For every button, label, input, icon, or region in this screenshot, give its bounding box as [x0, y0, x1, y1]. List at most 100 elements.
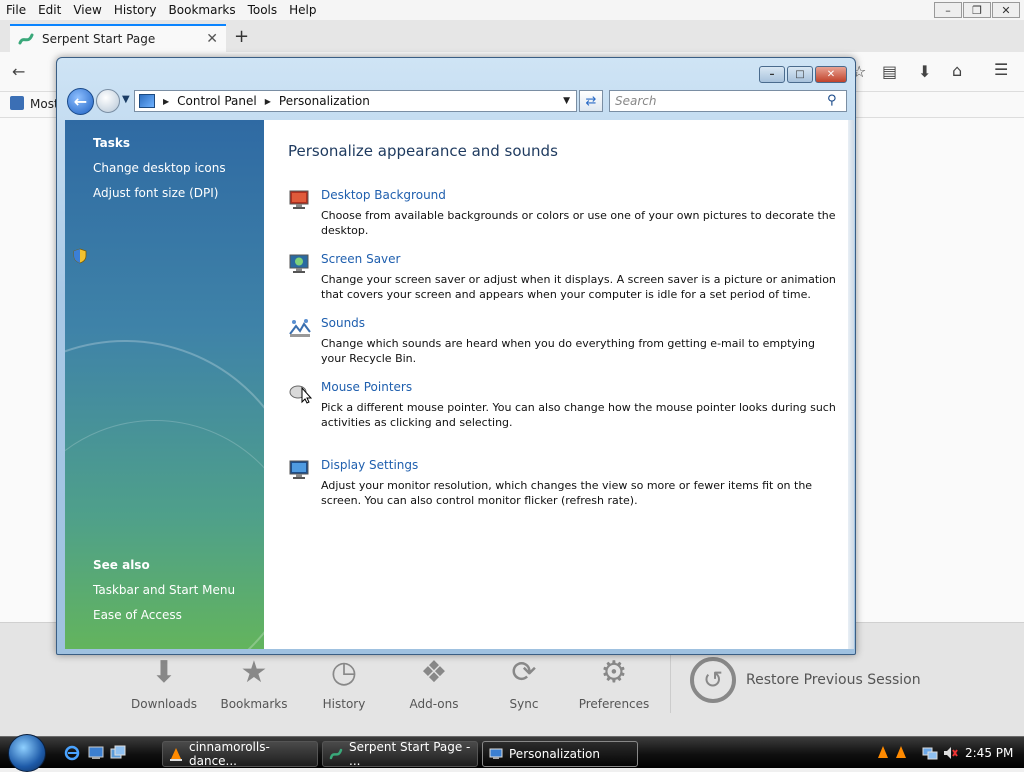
address-dropdown-icon[interactable]: ▼ [563, 96, 570, 106]
forward-button[interactable] [96, 89, 120, 113]
screen-saver-icon [289, 254, 309, 273]
browser-back-icon[interactable]: ← [12, 62, 25, 81]
internet-explorer-icon[interactable] [64, 745, 80, 761]
serpent-logo-icon [18, 33, 34, 45]
vlc-cone-icon [170, 748, 182, 761]
desktop-background-link[interactable]: Desktop Background [321, 188, 446, 202]
most-visited-bookmark[interactable]: Most [30, 97, 59, 111]
taskbar-button-label: Serpent Start Page - ... [349, 740, 471, 768]
star-icon: ★ [240, 655, 268, 690]
search-input[interactable] [609, 90, 847, 112]
launcher-label: Preferences [578, 697, 650, 711]
launcher-addons[interactable]: ❖ Add-ons [394, 653, 474, 711]
taskbar-button-browser[interactable]: Serpent Start Page - ... [322, 740, 478, 768]
search-icon[interactable]: ⚲ [827, 93, 837, 108]
menu-edit[interactable]: Edit [32, 3, 67, 17]
display-settings-link[interactable]: Display Settings [321, 458, 418, 472]
control-panel-icon [139, 94, 155, 108]
screen-saver-link[interactable]: Screen Saver [321, 252, 400, 266]
vlc-tray-icon[interactable] [894, 745, 908, 761]
task-change-desktop-icons[interactable]: Change desktop icons [93, 161, 226, 175]
launcher-bookmarks[interactable]: ★ Bookmarks [214, 653, 294, 711]
window-close-button[interactable]: ✕ [815, 66, 847, 83]
vlc-tray-icon[interactable] [876, 745, 890, 761]
item-description: Change your screen saver or adjust when … [321, 273, 836, 301]
show-desktop-icon[interactable] [88, 745, 104, 761]
download-icon: ⬇ [151, 655, 177, 690]
launcher-label: Downloads [131, 697, 197, 711]
refresh-button[interactable]: ⇄ [579, 90, 603, 112]
taskbar-button-personalization[interactable]: Personalization [482, 741, 638, 767]
breadcrumb-separator-icon[interactable]: ▶ [265, 97, 271, 106]
content-pane: Personalize appearance and sounds Deskto… [264, 120, 848, 649]
display-settings-icon [289, 460, 309, 479]
download-arrow-icon[interactable]: ⬇ [918, 62, 931, 81]
uac-shield-icon [73, 248, 87, 264]
taskbar: cinnamorolls-dance... Serpent Start Page… [0, 734, 1024, 772]
breadcrumb-personalization[interactable]: Personalization [279, 94, 370, 108]
reading-list-icon[interactable]: ▤ [882, 62, 897, 81]
restore-session-button[interactable]: ↺ Restore Previous Session [690, 657, 921, 703]
launcher-downloads[interactable]: ⬇ Downloads [124, 653, 204, 711]
sync-icon: ⟳ [511, 655, 537, 690]
see-also-taskbar-start-menu[interactable]: Taskbar and Start Menu [93, 583, 235, 597]
browser-menu-bar: File Edit View History Bookmarks Tools H… [0, 0, 1024, 20]
menu-help[interactable]: Help [283, 3, 322, 17]
menu-tools[interactable]: Tools [242, 3, 284, 17]
window-maximize-button[interactable]: □ [787, 66, 813, 83]
new-tab-button[interactable]: + [234, 26, 249, 47]
tab-serpent-start-page[interactable]: Serpent Start Page ✕ [10, 24, 226, 52]
browser-close-button[interactable]: ✕ [992, 2, 1020, 18]
tab-close-icon[interactable]: ✕ [206, 31, 218, 47]
item-description: Pick a different mouse pointer. You can … [321, 401, 836, 429]
puzzle-icon: ❖ [420, 655, 448, 690]
item-description: Change which sounds are heard when you d… [321, 337, 815, 365]
see-also-ease-of-access[interactable]: Ease of Access [93, 608, 182, 622]
address-bar[interactable]: ▶ Control Panel ▶ Personalization ▼ [134, 90, 577, 112]
volume-muted-icon[interactable] [942, 745, 958, 761]
home-icon[interactable]: ⌂ [952, 61, 962, 80]
launcher-divider [670, 653, 671, 713]
menu-bookmarks[interactable]: Bookmarks [163, 3, 242, 17]
sounds-link[interactable]: Sounds [321, 316, 365, 330]
mouse-pointer-icon [289, 385, 312, 404]
item-description: Adjust your monitor resolution, which ch… [321, 479, 813, 507]
restore-icon: ↺ [690, 657, 736, 703]
launcher-label: Sync [509, 697, 539, 711]
menu-history[interactable]: History [108, 3, 163, 17]
recent-pages-dropdown-icon[interactable]: ▼ [122, 94, 130, 105]
browser-minimize-button[interactable]: – [934, 2, 962, 18]
launcher-sync[interactable]: ⟳ Sync [484, 653, 564, 711]
page-title: Personalize appearance and sounds [288, 142, 558, 160]
breadcrumb-control-panel[interactable]: Control Panel [177, 94, 257, 108]
sounds-icon [289, 319, 311, 337]
switch-windows-icon[interactable] [110, 745, 126, 761]
task-pane: Tasks Change desktop icons Adjust font s… [65, 120, 264, 649]
start-button[interactable] [8, 734, 46, 772]
breadcrumb-separator-icon[interactable]: ▶ [163, 97, 169, 106]
most-visited-icon [10, 96, 24, 110]
mouse-pointers-link[interactable]: Mouse Pointers [321, 380, 412, 394]
personalization-window: – □ ✕ ← ▼ ▶ Control Panel ▶ Personalizat… [56, 57, 856, 655]
system-clock[interactable]: 2:45 PM [965, 746, 1013, 760]
launcher-label: Bookmarks [220, 697, 288, 711]
network-icon[interactable] [922, 745, 938, 761]
clock-icon: ◷ [330, 655, 358, 690]
launcher-history[interactable]: ◷ History [304, 653, 384, 711]
launcher-preferences[interactable]: ⚙ Preferences [574, 653, 654, 711]
hamburger-menu-icon[interactable]: ☰ [994, 60, 1008, 79]
window-minimize-button[interactable]: – [759, 66, 785, 83]
task-adjust-font-size[interactable]: Adjust font size (DPI) [93, 186, 218, 200]
launcher-label: Add-ons [409, 697, 459, 711]
content-scrollbar[interactable] [848, 120, 854, 649]
taskbar-button-vlc[interactable]: cinnamorolls-dance... [162, 740, 318, 768]
see-also-heading: See also [93, 558, 150, 572]
launcher-label: History [322, 697, 366, 711]
back-button[interactable]: ← [67, 88, 94, 115]
restore-label: Restore Previous Session [746, 672, 921, 688]
browser-restore-button[interactable]: ❐ [963, 2, 991, 18]
menu-view[interactable]: View [67, 3, 107, 17]
taskbar-button-label: cinnamorolls-dance... [189, 740, 270, 768]
menu-file[interactable]: File [0, 3, 32, 17]
gear-icon: ⚙ [600, 655, 628, 690]
